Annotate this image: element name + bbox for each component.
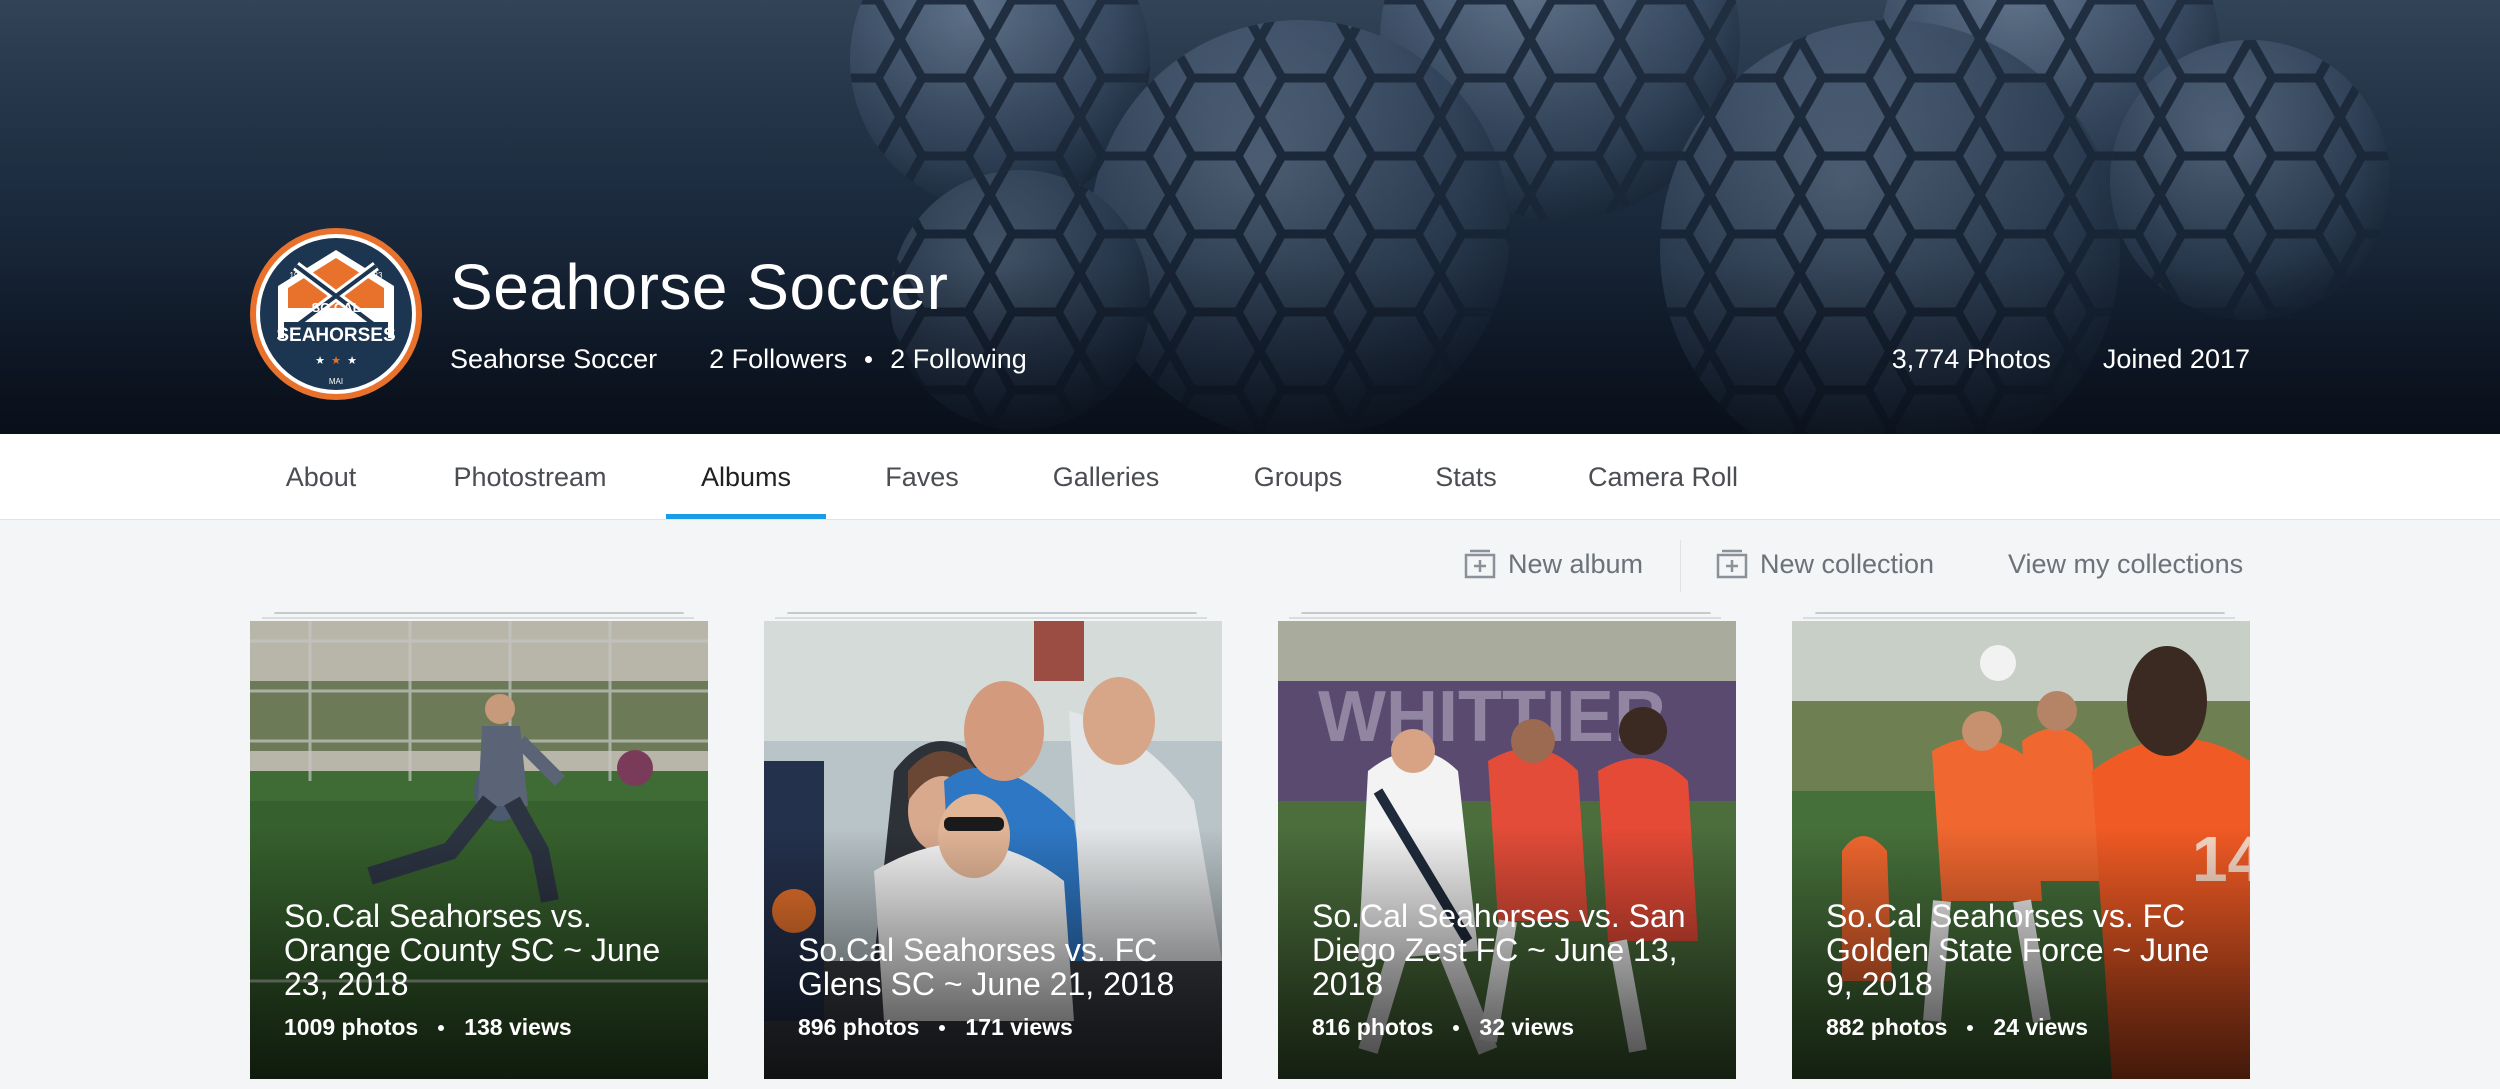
tab-camera-roll[interactable]: Camera Roll bbox=[1588, 434, 1738, 520]
separator-dot bbox=[1967, 1024, 1974, 1031]
album-photo-count: 1009 photos bbox=[284, 1014, 419, 1040]
new-album-label: New album bbox=[1508, 548, 1644, 579]
view-collections-link[interactable]: View my collections bbox=[2008, 542, 2243, 586]
photo-count: 3,774 Photos bbox=[1891, 344, 2051, 374]
album-stack-edge bbox=[1301, 612, 1711, 616]
svg-text:★: ★ bbox=[347, 355, 357, 367]
separator-dot bbox=[865, 356, 873, 363]
new-album-button[interactable]: New album bbox=[1464, 542, 1643, 586]
active-tab-indicator bbox=[666, 514, 826, 519]
new-collection-icon bbox=[1716, 549, 1748, 579]
profile-meta: Seahorse Soccer 2 Followers 2 Following bbox=[450, 344, 1027, 375]
album-overlay bbox=[250, 621, 708, 1079]
album-photo-count: 816 photos bbox=[1312, 1014, 1434, 1040]
tab-photostream[interactable]: Photostream bbox=[452, 434, 608, 520]
album-overlay bbox=[764, 621, 1222, 1079]
album-overlay bbox=[1278, 621, 1736, 1079]
svg-text:83: 83 bbox=[374, 271, 383, 280]
album-card[interactable]: So.Cal Seahorses vs. FC Glens SC ~ June … bbox=[764, 621, 1222, 1079]
album-view-count: 138 views bbox=[464, 1014, 572, 1040]
album-photo-count: 896 photos bbox=[798, 1014, 920, 1040]
album-stack-edge bbox=[1289, 617, 1721, 620]
profile-username: Seahorse Soccer bbox=[450, 344, 658, 374]
svg-text:19: 19 bbox=[290, 271, 299, 280]
tab-albums[interactable]: Albums bbox=[700, 434, 792, 520]
tab-galleries[interactable]: Galleries bbox=[1052, 434, 1160, 520]
svg-text:★: ★ bbox=[315, 355, 325, 367]
tab-stats[interactable]: Stats bbox=[1435, 434, 1497, 520]
album-stack-edge bbox=[262, 617, 694, 620]
album-title: So.Cal Seahorses vs. FC Golden State For… bbox=[1826, 898, 2210, 1002]
album-view-count: 171 views bbox=[965, 1014, 1073, 1040]
profile-name: Seahorse Soccer bbox=[450, 251, 949, 323]
svg-text:SO.CAL: SO.CAL bbox=[311, 300, 360, 315]
album-card[interactable]: WHITTIER So.Cal Seahorses vs. San Diego … bbox=[1278, 621, 1736, 1079]
tab-faves[interactable]: Faves bbox=[885, 434, 959, 520]
svg-text:SEAHORSES: SEAHORSES bbox=[276, 325, 395, 346]
album-stack-edge bbox=[775, 617, 1207, 620]
separator-dot bbox=[1453, 1024, 1460, 1031]
album-meta: 896 photos 171 views bbox=[798, 1014, 1073, 1041]
album-stack-edge bbox=[1803, 617, 2235, 620]
album-card[interactable]: 14 So.Cal Seahorses vs. FC Golden State … bbox=[1792, 621, 2250, 1079]
view-collections-label: View my collections bbox=[2008, 548, 2244, 579]
album-meta: 882 photos 24 views bbox=[1826, 1014, 2088, 1041]
separator-dot bbox=[939, 1024, 946, 1031]
following-link[interactable]: 2 Following bbox=[890, 344, 1027, 375]
joined-date: Joined 2017 bbox=[2102, 344, 2250, 374]
album-overlay bbox=[1792, 621, 2250, 1079]
profile-stats: 3,774 Photos Joined 2017 bbox=[1892, 344, 2250, 375]
seahorses-logo: SO.CAL SEAHORSES 19 83 ★ ★ ★ MAI bbox=[250, 228, 422, 400]
album-title: So.Cal Seahorses vs. San Diego Zest FC ~… bbox=[1312, 898, 1686, 1002]
followers-link[interactable]: 2 Followers bbox=[709, 344, 847, 375]
avatar[interactable]: SO.CAL SEAHORSES 19 83 ★ ★ ★ MAI bbox=[248, 226, 424, 402]
tab-about[interactable]: About bbox=[284, 434, 358, 520]
svg-text:MAI: MAI bbox=[329, 377, 343, 386]
album-stack-edge bbox=[1815, 612, 2225, 616]
album-view-count: 24 views bbox=[1993, 1014, 2089, 1040]
svg-text:★: ★ bbox=[331, 355, 341, 367]
album-title: So.Cal Seahorses vs. Orange County SC ~ … bbox=[284, 898, 661, 1002]
album-card[interactable]: So.Cal Seahorses vs. Orange County SC ~ … bbox=[250, 621, 708, 1079]
separator-dot bbox=[438, 1024, 445, 1031]
new-collection-label: New collection bbox=[1760, 548, 1935, 579]
new-collection-button[interactable]: New collection bbox=[1716, 542, 1934, 586]
album-stack-edge bbox=[274, 612, 684, 616]
album-photo-count: 882 photos bbox=[1826, 1014, 1948, 1040]
album-stack-edge bbox=[787, 612, 1197, 616]
tab-groups[interactable]: Groups bbox=[1253, 434, 1343, 520]
album-title: So.Cal Seahorses vs. FC Glens SC ~ June … bbox=[798, 932, 1175, 1002]
album-meta: 816 photos 32 views bbox=[1312, 1014, 1574, 1041]
album-view-count: 32 views bbox=[1479, 1014, 1575, 1040]
profile-tab-bar: About Photostream Albums Faves Galleries… bbox=[0, 434, 2500, 520]
new-album-icon bbox=[1464, 549, 1496, 579]
album-meta: 1009 photos 138 views bbox=[284, 1014, 572, 1041]
toolbar-divider bbox=[1680, 540, 1681, 592]
